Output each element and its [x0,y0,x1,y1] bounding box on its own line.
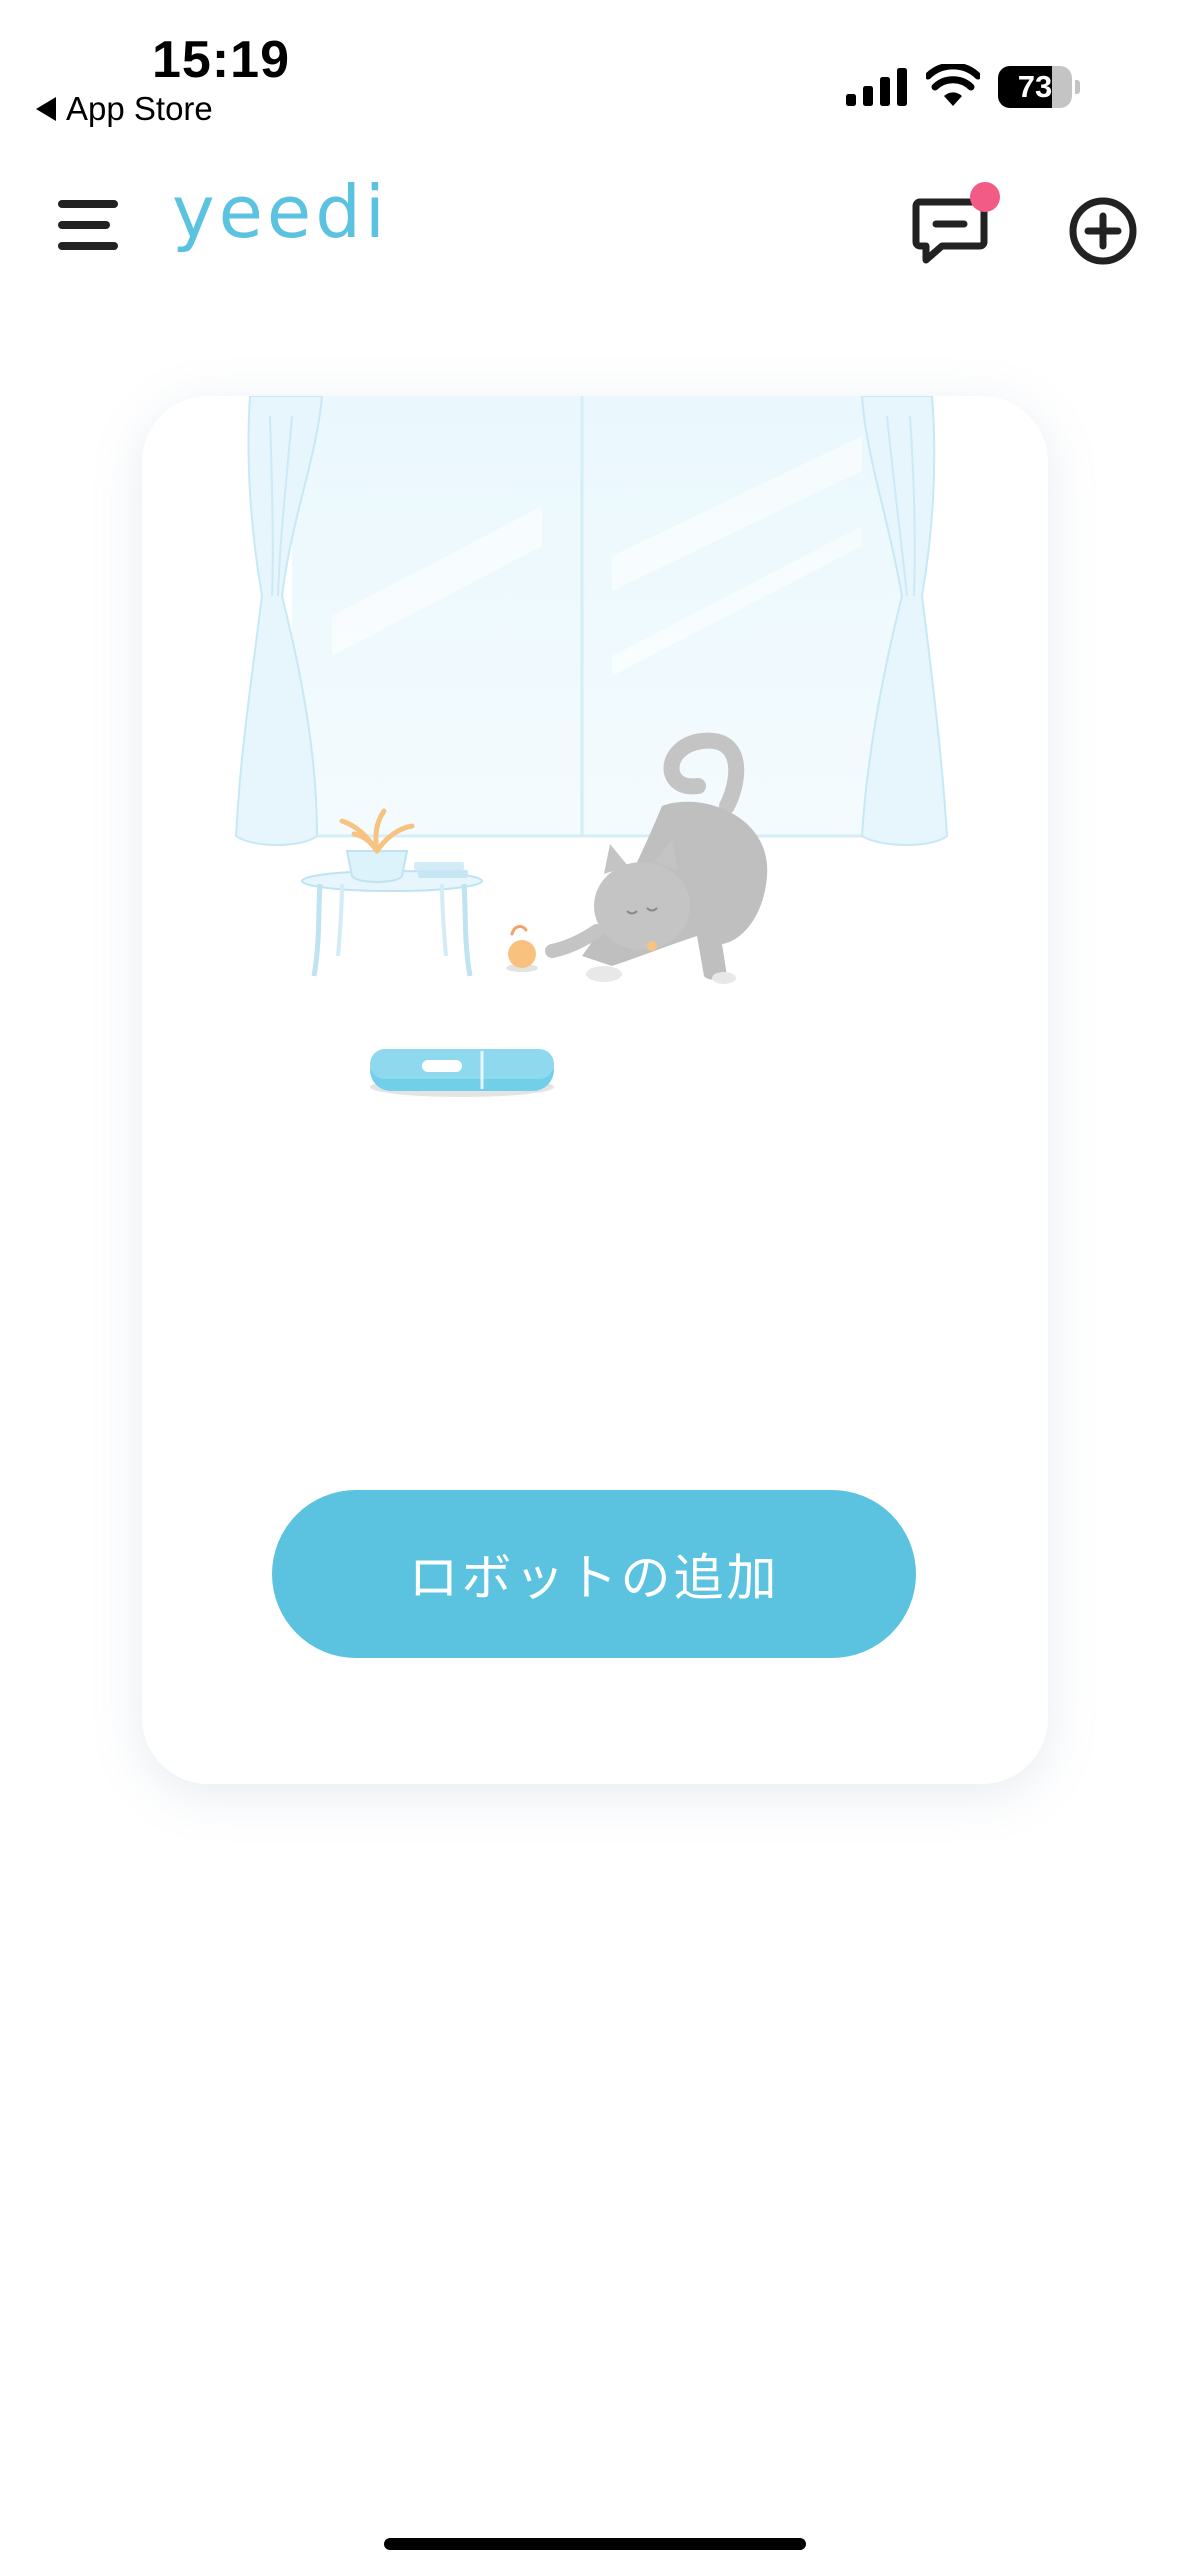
notification-dot [970,182,1000,212]
screen: 15:19 App Store 73 yeedi ロボットの追加 [0,0,1179,2556]
add-robot-button[interactable]: ロボットの追加 [272,1490,916,1658]
back-to-app-store[interactable]: App Store [36,90,213,128]
back-triangle-icon [36,97,56,121]
status-time: 15:19 [152,31,290,89]
toy-ball [506,925,538,972]
robot-vacuum [370,1049,554,1097]
back-app-label: App Store [66,90,213,127]
add-robot-card: ロボットの追加 [142,396,1048,1784]
wifi-icon [926,64,980,106]
hamburger-menu-icon[interactable] [58,196,118,254]
plus-circle-icon[interactable] [1068,196,1138,266]
books [414,862,468,878]
window [292,396,902,838]
side-table [301,870,483,977]
menu-line [58,221,110,229]
battery-body: 73 [998,66,1072,108]
battery-indicator: 73 [998,66,1082,108]
yeedi-logo: yeedi [172,170,389,254]
battery-nub [1075,80,1080,94]
home-indicator[interactable] [384,2538,806,2550]
menu-line [58,242,118,250]
menu-line [58,200,118,208]
battery-label: 73 [1017,69,1053,104]
room-illustration [234,396,949,1097]
cellular-signal-icon [846,68,907,106]
